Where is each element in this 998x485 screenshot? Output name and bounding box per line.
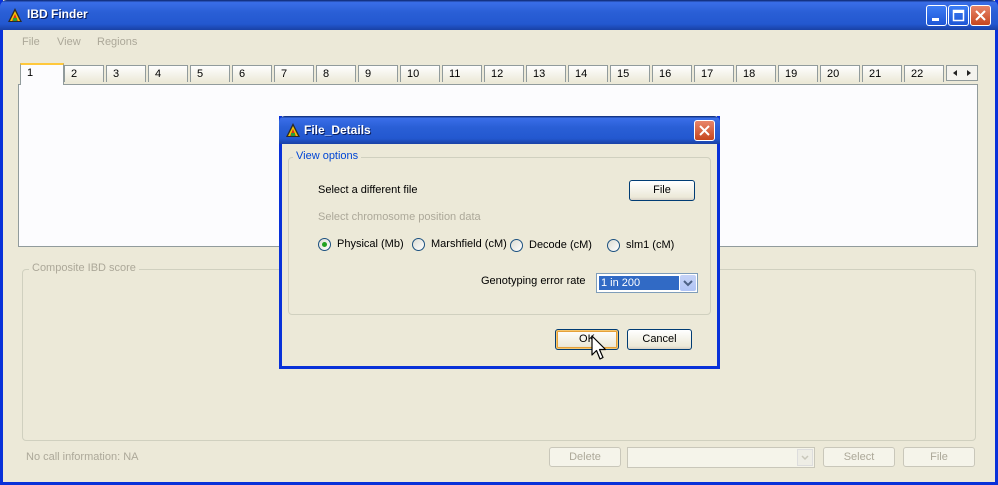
minimize-icon bbox=[932, 18, 939, 21]
tab-15[interactable]: 15 bbox=[610, 65, 650, 82]
tab-12[interactable]: 12 bbox=[484, 65, 524, 82]
radio-physical[interactable] bbox=[318, 238, 331, 251]
tab-16[interactable]: 16 bbox=[652, 65, 692, 82]
tab-20[interactable]: 20 bbox=[820, 65, 860, 82]
chromosome-tabs: 1 2 3 4 5 6 7 8 9 10 11 12 13 14 15 16 1… bbox=[16, 63, 978, 85]
file-details-dialog: File_Details View options Select a diffe… bbox=[279, 116, 720, 369]
tab-9[interactable]: 9 bbox=[358, 65, 398, 82]
delete-button[interactable]: Delete bbox=[549, 447, 621, 467]
tab-7[interactable]: 7 bbox=[274, 65, 314, 82]
window-title: IBD Finder bbox=[27, 7, 88, 21]
tab-3[interactable]: 3 bbox=[106, 65, 146, 82]
title-bar[interactable]: IBD Finder bbox=[0, 0, 998, 30]
app-icon bbox=[8, 8, 22, 22]
tab-8[interactable]: 8 bbox=[316, 65, 356, 82]
tab-6[interactable]: 6 bbox=[232, 65, 272, 82]
tab-scroll-arrows-icon bbox=[953, 70, 971, 76]
tab-21[interactable]: 21 bbox=[862, 65, 902, 82]
radio-marshfield-label[interactable]: Marshfield (cM) bbox=[431, 238, 507, 250]
radio-slm1-label[interactable]: slm1 (cM) bbox=[626, 239, 674, 251]
tab-19[interactable]: 19 bbox=[778, 65, 818, 82]
region-combo[interactable] bbox=[627, 447, 815, 468]
tab-11[interactable]: 11 bbox=[442, 65, 482, 82]
error-rate-value: 1 in 200 bbox=[599, 276, 679, 290]
error-rate-label: Genotyping error rate bbox=[481, 275, 586, 287]
tab-18[interactable]: 18 bbox=[736, 65, 776, 82]
select-button[interactable]: Select bbox=[823, 447, 895, 467]
error-rate-select[interactable]: 1 in 200 bbox=[596, 273, 698, 293]
ok-button[interactable]: OK bbox=[555, 329, 619, 350]
tab-13[interactable]: 13 bbox=[526, 65, 566, 82]
tab-10[interactable]: 10 bbox=[400, 65, 440, 82]
tab-scroll-buttons[interactable] bbox=[946, 65, 978, 81]
chevron-down-icon bbox=[680, 275, 696, 291]
composite-ibd-label: Composite IBD score bbox=[29, 262, 139, 274]
tab-4[interactable]: 4 bbox=[148, 65, 188, 82]
tab-1[interactable]: 1 bbox=[20, 63, 64, 85]
radio-decode-label[interactable]: Decode (cM) bbox=[529, 239, 592, 251]
tab-17[interactable]: 17 bbox=[694, 65, 734, 82]
tab-5[interactable]: 5 bbox=[190, 65, 230, 82]
menu-regions[interactable]: Regions bbox=[97, 36, 137, 48]
radio-marshfield[interactable] bbox=[412, 238, 425, 251]
select-file-label: Select a different file bbox=[318, 184, 418, 196]
file-button[interactable]: File bbox=[629, 180, 695, 201]
view-options-label: View options bbox=[293, 150, 362, 162]
file-button-bottom[interactable]: File bbox=[903, 447, 975, 467]
dialog-title-bar[interactable]: File_Details bbox=[279, 116, 720, 144]
minimize-button[interactable] bbox=[926, 5, 947, 26]
chevron-down-icon bbox=[797, 449, 813, 466]
menu-file[interactable]: File bbox=[22, 36, 40, 48]
tab-14[interactable]: 14 bbox=[568, 65, 608, 82]
call-info-status: No call information: NA bbox=[26, 451, 139, 463]
dialog-close-button[interactable] bbox=[694, 120, 715, 141]
close-button[interactable] bbox=[970, 5, 991, 26]
maximize-button[interactable] bbox=[948, 5, 969, 26]
radio-decode[interactable] bbox=[510, 239, 523, 252]
cancel-button[interactable]: Cancel bbox=[627, 329, 692, 350]
maximize-icon bbox=[952, 9, 965, 22]
tab-22[interactable]: 22 bbox=[904, 65, 944, 82]
radio-physical-label[interactable]: Physical (Mb) bbox=[337, 238, 404, 250]
mouse-cursor-icon bbox=[591, 335, 607, 360]
menu-view[interactable]: View bbox=[57, 36, 81, 48]
chromosome-position-label: Select chromosome position data bbox=[318, 211, 481, 223]
close-icon bbox=[975, 10, 986, 21]
tab-2[interactable]: 2 bbox=[64, 65, 104, 82]
close-icon bbox=[699, 125, 710, 136]
menu-bar: File View Regions bbox=[3, 30, 995, 54]
radio-slm1[interactable] bbox=[607, 239, 620, 252]
dialog-title: File_Details bbox=[304, 123, 371, 137]
app-icon bbox=[286, 123, 300, 137]
